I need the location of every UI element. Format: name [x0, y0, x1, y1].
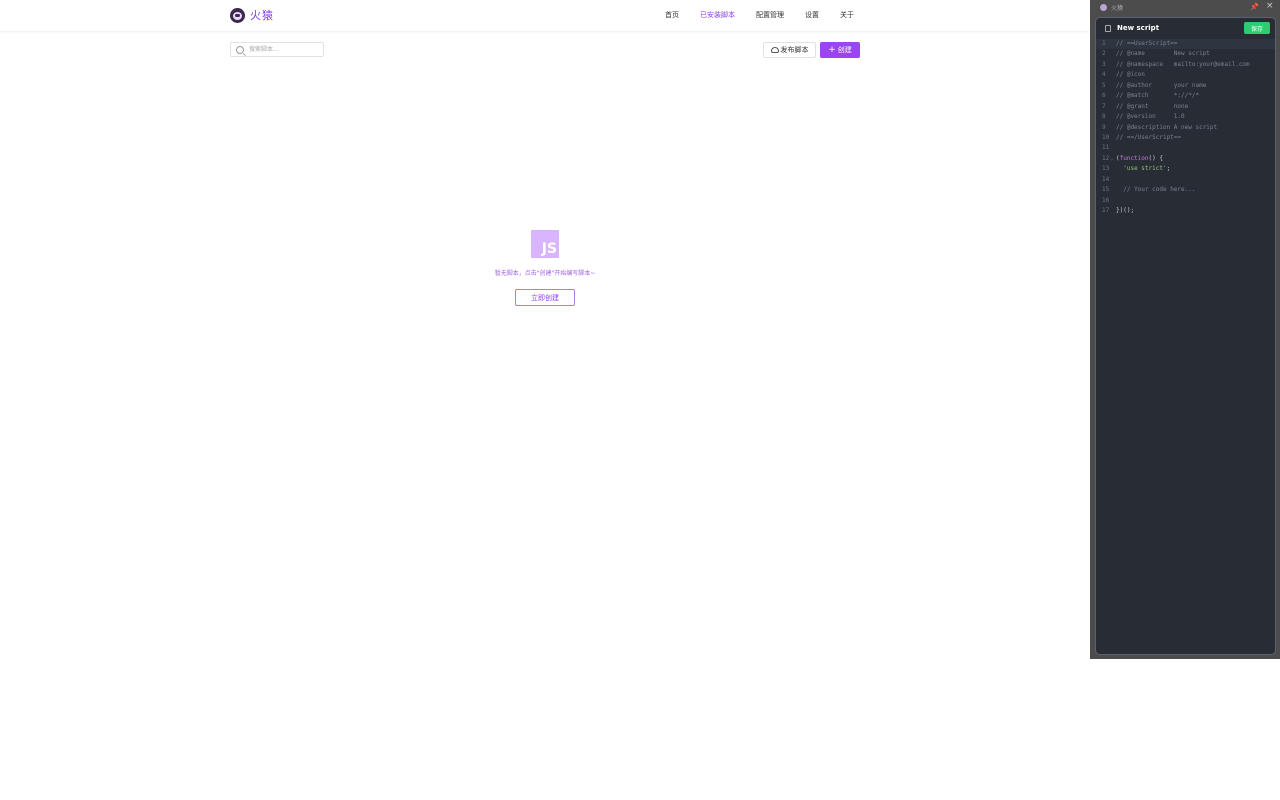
code-line[interactable]: 7 // @grant none: [1096, 102, 1275, 112]
create-button[interactable]: + 创建: [820, 42, 860, 58]
editor-title: New script: [1117, 24, 1160, 32]
create-label: 创建: [837, 46, 852, 54]
code-text: // @version 1.0: [1116, 113, 1185, 121]
line-number: 6: [1102, 92, 1106, 100]
code-line[interactable]: 9 // @description A new script: [1096, 123, 1275, 133]
code-text: // @author your name: [1116, 81, 1207, 89]
code-text: (function() {: [1116, 154, 1163, 162]
line-number: 1: [1102, 40, 1106, 47]
code-line[interactable]: 3 // @namespace mailto:your@email.com: [1096, 60, 1275, 70]
search-box[interactable]: [230, 42, 324, 57]
code-line[interactable]: 10 // ==/UserScript==: [1096, 133, 1275, 143]
nav-installed-scripts[interactable]: 已安装脚本: [700, 10, 735, 20]
app-name: 火猿: [250, 9, 274, 22]
line-number: 15: [1102, 186, 1110, 194]
monkey-app-icon: [1100, 4, 1107, 11]
nav-about[interactable]: 关于: [840, 10, 854, 20]
main-nav: 首页 已安装脚本 配置管理 设置 关于: [665, 10, 854, 20]
plus-icon: +: [828, 45, 836, 55]
publish-script-label: 发布脚本: [780, 46, 809, 54]
save-button[interactable]: 保存: [1244, 22, 1270, 34]
nav-settings[interactable]: 设置: [805, 10, 819, 20]
search-input[interactable]: [247, 45, 321, 54]
code-text: // @description A new script: [1116, 123, 1218, 131]
code-text: // @name New script: [1116, 50, 1210, 58]
nav-home[interactable]: 首页: [665, 10, 679, 20]
editor-header: New script 保存: [1096, 18, 1275, 38]
line-number: 16: [1102, 196, 1110, 204]
code-editor: New script 保存 1 // ==UserScript== 2 // @nam…: [1095, 17, 1276, 655]
file-icon: [1105, 24, 1111, 32]
code-line[interactable]: 16: [1096, 196, 1275, 206]
code-line[interactable]: 4 // @icon: [1096, 70, 1275, 80]
code-line[interactable]: 14: [1096, 175, 1275, 185]
code-text: 'use strict';: [1123, 165, 1171, 173]
code-line[interactable]: 15 // Your code here...: [1096, 185, 1275, 195]
line-number: 8: [1102, 113, 1106, 121]
top-navigation-bar: 火猿 首页 已安装脚本 配置管理 设置 关于: [0, 0, 1090, 31]
line-number: 11: [1102, 144, 1110, 152]
line-number: 4: [1102, 71, 1106, 79]
create-now-button[interactable]: 立即创建: [515, 289, 575, 306]
code-text: // Your code here...: [1123, 186, 1196, 194]
line-number: 13: [1102, 165, 1110, 173]
code-text: // ==UserScript==: [1116, 40, 1178, 47]
line-number: 3: [1102, 60, 1106, 68]
code-line[interactable]: 17 })();: [1096, 206, 1275, 216]
empty-state-message: 暂无脚本，点击"创建"开始编写脚本~: [494, 270, 596, 277]
code-text: // @match *://*/*: [1116, 92, 1200, 100]
code-text: // @grant none: [1116, 102, 1189, 110]
code-area[interactable]: 1 // ==UserScript== 2 // @name New script 3 /…: [1096, 39, 1275, 216]
app-logo[interactable]: 火猿: [230, 7, 274, 23]
line-number: 17: [1102, 207, 1110, 214]
code-text: // @icon: [1116, 71, 1145, 79]
code-text: // ==/UserScript==: [1116, 133, 1182, 141]
js-logo-icon: JS: [531, 230, 559, 258]
pin-icon[interactable]: 📌: [1250, 3, 1259, 11]
code-line[interactable]: 8 // @version 1.0: [1096, 112, 1275, 122]
code-line[interactable]: 1 // ==UserScript==: [1096, 39, 1275, 50]
line-number: 9: [1102, 123, 1106, 131]
monkey-logo-icon: [230, 7, 245, 23]
panel-titlebar[interactable]: 火猿 📌 ×: [1090, 0, 1280, 15]
line-number: 7: [1102, 102, 1106, 110]
line-number: 14: [1102, 175, 1110, 183]
cloud-upload-icon: [770, 47, 779, 53]
code-line[interactable]: 12(function() {: [1096, 154, 1275, 164]
code-line[interactable]: 2 // @name New script: [1096, 49, 1275, 59]
code-text: // @namespace mailto:your@email.com: [1116, 60, 1250, 68]
search-icon: [236, 45, 244, 54]
publish-script-button[interactable]: 发布脚本: [763, 42, 816, 58]
panel-app-name: 火猿: [1111, 5, 1124, 12]
nav-config-management[interactable]: 配置管理: [756, 10, 784, 20]
close-icon[interactable]: ×: [1266, 1, 1274, 11]
line-number: 2: [1102, 50, 1106, 58]
code-line[interactable]: 11: [1096, 143, 1275, 153]
code-line[interactable]: 13 'use strict';: [1096, 164, 1275, 174]
script-editor-window: 火猿 📌 × New script 保存 1 // ==UserScript== 2…: [1090, 0, 1280, 659]
line-number: 12: [1096, 154, 1116, 164]
line-number: 10: [1102, 133, 1110, 141]
code-text: })();: [1116, 207, 1135, 214]
line-number: 5: [1102, 81, 1106, 89]
code-line[interactable]: 5 // @author your name: [1096, 81, 1275, 91]
code-line[interactable]: 6 // @match *://*/*: [1096, 91, 1275, 101]
